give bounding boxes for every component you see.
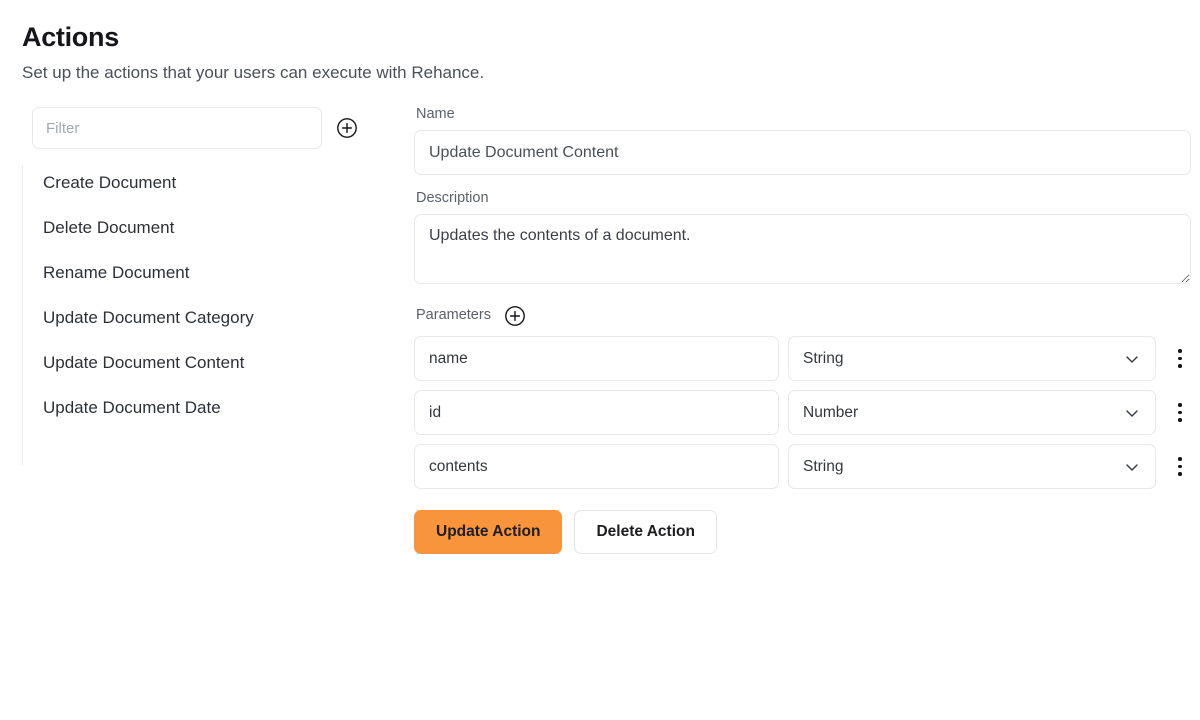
- action-list-item[interactable]: Delete Document: [33, 210, 402, 245]
- action-buttons: Update Action Delete Action: [414, 510, 1191, 555]
- action-list-item-selected[interactable]: Update Document Content: [33, 345, 402, 380]
- parameter-type-select[interactable]: Number: [788, 390, 1156, 436]
- description-field-block: Description Updates the contents of a do…: [414, 190, 1191, 285]
- name-input[interactable]: [414, 130, 1191, 176]
- filter-input[interactable]: [32, 107, 322, 150]
- filter-row: [22, 107, 402, 150]
- parameter-row: Number: [414, 390, 1191, 436]
- kebab-menu-icon: [1178, 403, 1182, 422]
- delete-action-button[interactable]: Delete Action: [574, 510, 717, 555]
- parameters-list: String: [414, 336, 1191, 490]
- action-list-item[interactable]: Update Document Category: [33, 300, 402, 335]
- parameter-type-value: String: [803, 457, 844, 475]
- description-textarea[interactable]: Updates the contents of a document.: [414, 214, 1191, 285]
- chevron-down-icon: [1126, 463, 1138, 471]
- actions-sidebar: Create Document Delete Document Rename D…: [22, 107, 402, 466]
- chevron-down-icon: [1126, 409, 1138, 417]
- parameters-label: Parameters: [416, 307, 491, 324]
- actions-page: Actions Set up the actions that your use…: [0, 0, 1200, 720]
- parameter-type-select[interactable]: String: [788, 336, 1156, 382]
- page-header: Actions Set up the actions that your use…: [0, 0, 1200, 84]
- chevron-down-icon: [1126, 355, 1138, 363]
- action-list-item[interactable]: Update Document Date: [33, 390, 402, 425]
- page-title: Actions: [22, 22, 119, 52]
- parameter-menu-button[interactable]: [1169, 444, 1191, 489]
- action-detail-panel: Name Description Updates the contents of…: [402, 106, 1191, 555]
- name-field-block: Name: [414, 106, 1191, 176]
- parameter-name-input[interactable]: [414, 390, 779, 436]
- parameters-header: Parameters: [416, 305, 1191, 327]
- action-list-item[interactable]: Create Document: [33, 165, 402, 200]
- kebab-menu-icon: [1178, 457, 1182, 476]
- parameter-name-input[interactable]: [414, 336, 779, 382]
- add-action-button[interactable]: [336, 117, 358, 139]
- parameter-menu-button[interactable]: [1169, 336, 1191, 381]
- action-list: Create Document Delete Document Rename D…: [22, 165, 402, 466]
- plus-circle-icon: [505, 306, 525, 326]
- parameter-name-input[interactable]: [414, 444, 779, 490]
- parameter-type-value: Number: [803, 403, 859, 421]
- update-action-button[interactable]: Update Action: [414, 510, 563, 555]
- parameter-type-value: String: [803, 349, 844, 367]
- action-list-item[interactable]: Rename Document: [33, 255, 402, 290]
- plus-circle-icon: [337, 118, 357, 139]
- kebab-menu-icon: [1178, 349, 1182, 368]
- parameter-type-select[interactable]: String: [788, 444, 1156, 490]
- description-label: Description: [416, 190, 489, 207]
- parameter-menu-button[interactable]: [1169, 390, 1191, 435]
- page-subtitle: Set up the actions that your users can e…: [22, 63, 485, 83]
- name-label: Name: [416, 106, 455, 123]
- parameter-row: String: [414, 336, 1191, 382]
- parameter-row: String: [414, 444, 1191, 490]
- add-parameter-button[interactable]: [504, 305, 526, 327]
- main-content: Create Document Delete Document Rename D…: [0, 84, 1200, 555]
